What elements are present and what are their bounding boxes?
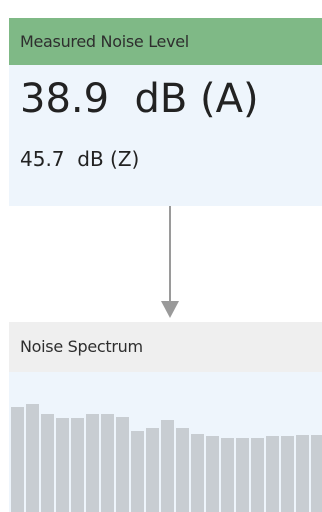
noise-level-header: Measured Noise Level bbox=[9, 18, 322, 65]
spectrum-bar bbox=[296, 435, 309, 512]
spectrum-bar bbox=[116, 417, 129, 512]
spectrum-bar bbox=[236, 438, 249, 512]
spectrum-bar bbox=[41, 414, 54, 512]
spectrum-bar bbox=[161, 420, 174, 512]
noise-spectrum-header: Noise Spectrum bbox=[9, 322, 322, 372]
noise-spectrum-title: Noise Spectrum bbox=[20, 337, 143, 356]
arrow-down-icon bbox=[161, 206, 179, 318]
spectrum-bar bbox=[56, 418, 69, 512]
spectrum-bar bbox=[176, 428, 189, 512]
spectrum-bar bbox=[206, 436, 219, 512]
spectrum-bar bbox=[71, 418, 84, 512]
spectrum-bar bbox=[311, 435, 322, 512]
spectrum-bar bbox=[266, 436, 279, 512]
spectrum-bar bbox=[221, 438, 234, 512]
noise-level-card: 38.9 dB (A) 45.7 dB (Z) bbox=[9, 65, 322, 206]
spectrum-bar bbox=[146, 428, 159, 512]
spectrum-bar bbox=[131, 431, 144, 512]
spectrum-bar bbox=[281, 436, 294, 512]
spectrum-bars bbox=[11, 404, 322, 512]
z-weighted-value: 45.7 dB (Z) bbox=[20, 147, 140, 171]
spectrum-bar bbox=[101, 414, 114, 512]
spectrum-bar bbox=[191, 434, 204, 512]
spectrum-bar bbox=[11, 407, 24, 512]
noise-spectrum-card bbox=[9, 372, 322, 512]
noise-level-title: Measured Noise Level bbox=[20, 32, 189, 51]
spectrum-bar bbox=[26, 404, 39, 512]
spectrum-bar bbox=[251, 438, 264, 512]
a-weighted-value: 38.9 dB (A) bbox=[20, 76, 259, 122]
spectrum-bar bbox=[86, 414, 99, 512]
